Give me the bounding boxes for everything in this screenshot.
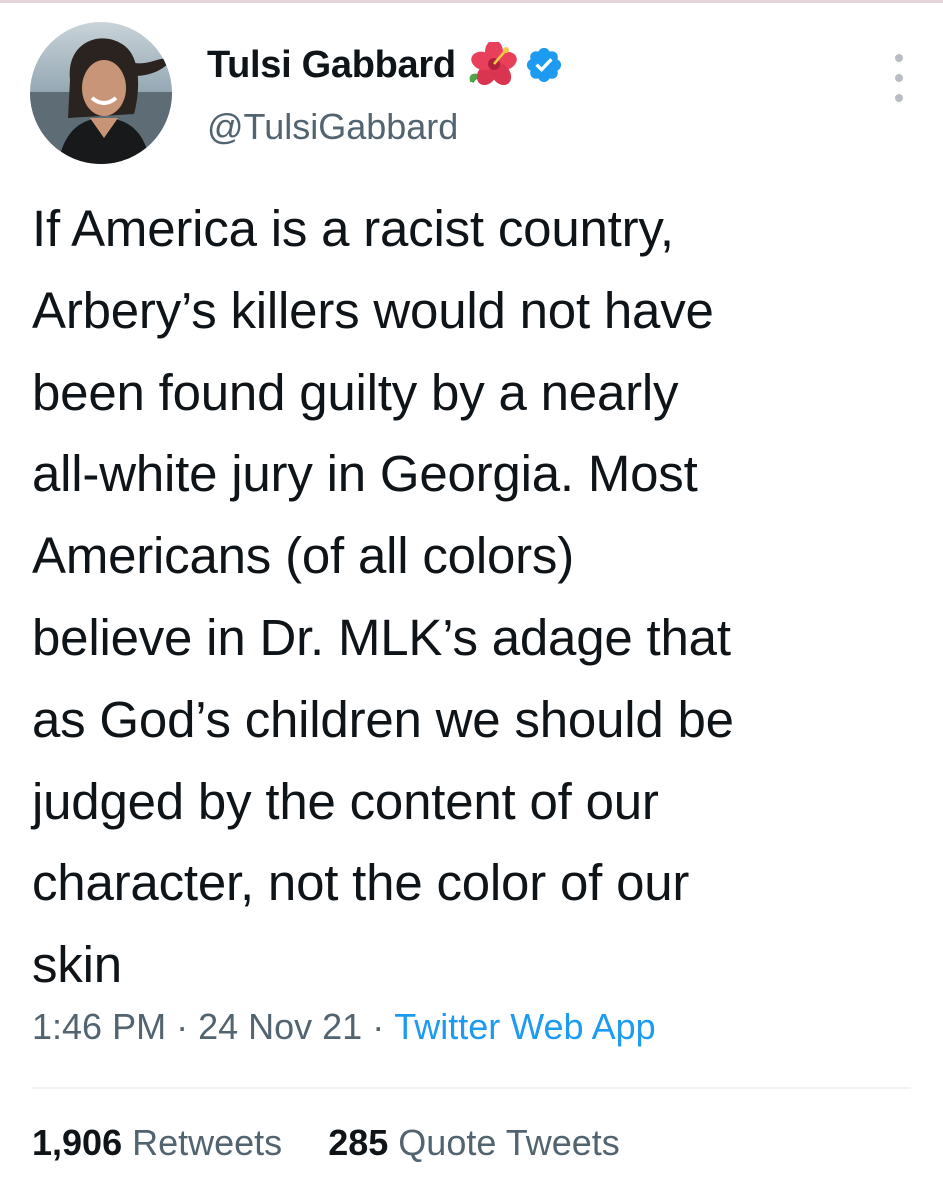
avatar[interactable] [30,22,172,164]
quote-tweets-stat[interactable]: 285 Quote Tweets [328,1122,620,1164]
verified-badge-icon [524,45,564,85]
more-options-icon[interactable] [889,50,909,106]
stats-divider [32,1087,911,1089]
name-row: Tulsi Gabbard [207,40,564,90]
meta-separator: · [372,1006,385,1047]
tweet-time[interactable]: 1:46 PM [32,1006,166,1047]
tweet-header: Tulsi Gabbard @TulsiGabbard [30,22,915,167]
meta-separator: · [176,1006,189,1047]
retweets-stat[interactable]: 1,906 Retweets [32,1122,282,1164]
user-handle[interactable]: @TulsiGabbard [207,106,458,148]
quote-tweets-label: Quote Tweets [398,1122,620,1163]
retweets-count: 1,906 [32,1122,123,1163]
display-name[interactable]: Tulsi Gabbard [207,44,456,87]
top-divider [0,0,943,3]
retweets-label: Retweets [132,1122,283,1163]
tweet-stats: 1,906 Retweets 285 Quote Tweets [32,1122,620,1164]
tweet-date[interactable]: 24 Nov 21 [198,1006,362,1047]
tweet-text: If America is a racist country, Arbery’s… [32,200,734,994]
tweet-meta: 1:46 PM · 24 Nov 21 · Twitter Web App [32,1006,656,1048]
tweet-source-link[interactable]: Twitter Web App [394,1006,655,1047]
quote-tweets-count: 285 [328,1122,389,1163]
hibiscus-icon [466,40,518,88]
